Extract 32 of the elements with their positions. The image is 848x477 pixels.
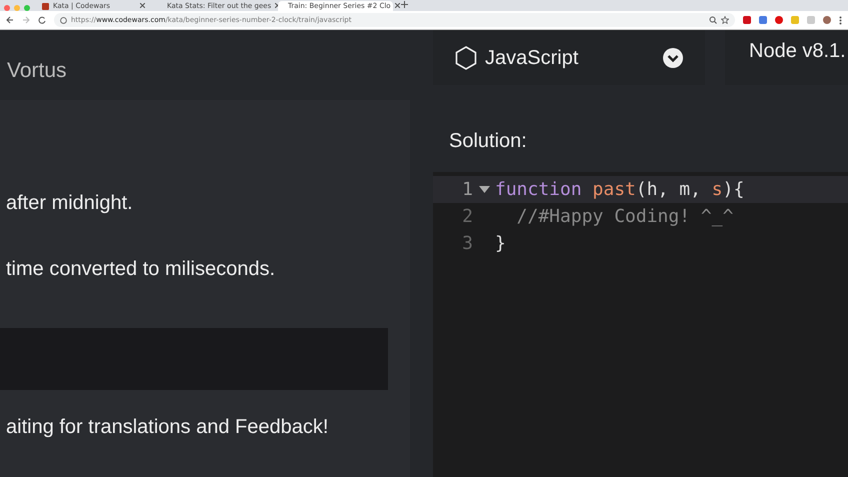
language-label: JavaScript bbox=[485, 46, 578, 70]
description-text: aiting for translations and Feedback! bbox=[5, 415, 330, 440]
menu-icon[interactable] bbox=[839, 16, 842, 24]
close-icon[interactable] bbox=[275, 3, 280, 8]
code-line: } bbox=[495, 232, 506, 256]
favicon-icon bbox=[42, 2, 49, 10]
fold-caret-icon[interactable] bbox=[478, 186, 490, 193]
solution-heading: Solution: bbox=[448, 129, 528, 154]
back-icon[interactable] bbox=[6, 16, 14, 24]
line-number: 2 bbox=[461, 205, 473, 229]
close-icon[interactable] bbox=[394, 3, 400, 8]
close-icon[interactable] bbox=[140, 3, 145, 8]
description-text: time converted to miliseconds. bbox=[5, 257, 276, 282]
zoom-icon[interactable] bbox=[709, 16, 717, 24]
line-number: 1 bbox=[461, 178, 473, 202]
reload-icon[interactable] bbox=[38, 16, 46, 24]
code-editor[interactable]: 1 function past(h, m, s){ 2 //#Happy Coding! ^_^ 3 } bbox=[433, 172, 848, 477]
runtime-dropdown[interactable]: Node v8.1. bbox=[725, 30, 848, 85]
description-text: after midnight. bbox=[5, 191, 134, 216]
line-number: 3 bbox=[461, 232, 473, 256]
username[interactable]: Vortus bbox=[7, 55, 67, 87]
code-line: //#Happy Coding! ^_^ bbox=[516, 205, 734, 229]
info-icon bbox=[60, 16, 67, 24]
avatar-icon[interactable] bbox=[823, 16, 831, 24]
new-tab-icon[interactable] bbox=[401, 1, 408, 8]
language-dropdown[interactable]: JavaScript bbox=[433, 30, 705, 85]
chevron-down-icon bbox=[663, 48, 683, 68]
minimize-dot-icon[interactable] bbox=[14, 5, 20, 11]
code-line: function past(h, m, s){ bbox=[495, 178, 744, 202]
zoom-dot-icon[interactable] bbox=[24, 5, 30, 11]
close-dot-icon[interactable] bbox=[4, 5, 10, 11]
star-icon[interactable] bbox=[721, 16, 729, 24]
